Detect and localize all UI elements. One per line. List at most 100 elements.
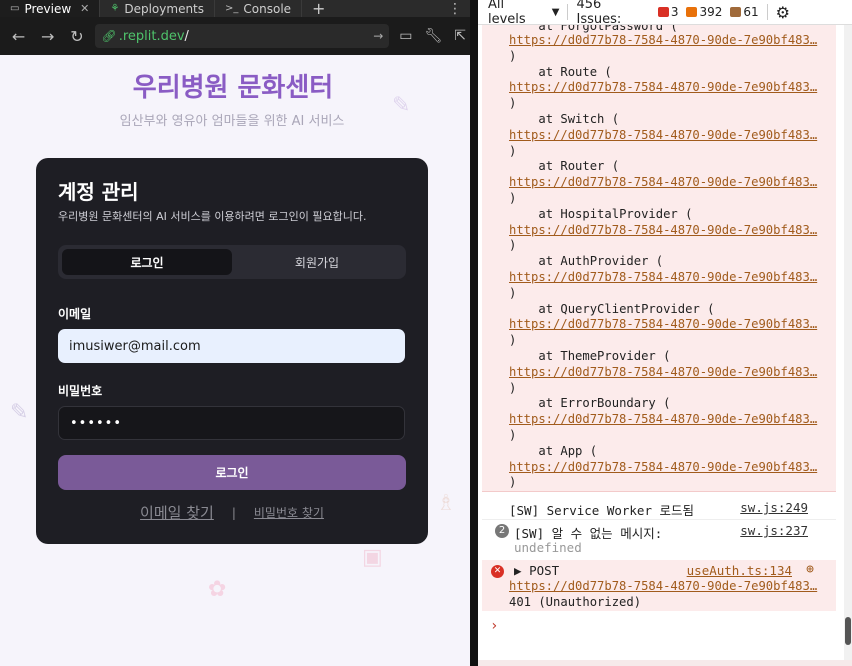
- issues-label: 456 Issues:: [576, 0, 622, 27]
- trace-url[interactable]: https://d0d77b78-7584-4870-90de-7e90bf48…: [509, 128, 817, 142]
- trace-frame-text: at AuthProvider (: [538, 254, 664, 269]
- tab-signup[interactable]: 회원가입: [232, 249, 402, 275]
- go-icon[interactable]: →: [373, 29, 383, 43]
- email-label: 이메일: [58, 307, 92, 321]
- tab-preview[interactable]: ▭ Preview ✕: [0, 0, 101, 17]
- trace-frame-text: at App (: [538, 443, 598, 458]
- preview-icon: ▭: [10, 3, 20, 14]
- trace-url[interactable]: https://d0d77b78-7584-4870-90de-7e90bf48…: [509, 223, 817, 237]
- status-text: 401 (Unauthorized): [509, 595, 642, 609]
- find-email-link[interactable]: 이메일 찾기: [140, 502, 214, 523]
- trace-close: ): [509, 475, 517, 490]
- tab-console[interactable]: >_ Console: [215, 0, 303, 17]
- trace-frame: at ThemeProvider (: [509, 349, 834, 365]
- trace-url-row: https://d0d77b78-7584-4870-90de-7e90bf48…: [509, 412, 834, 428]
- trace-frame: at AuthProvider (: [509, 254, 834, 270]
- source-link[interactable]: sw.js:249: [740, 500, 808, 515]
- brand-title: 우리병원 문화센터: [132, 73, 334, 103]
- login-button[interactable]: 로그인: [58, 455, 406, 490]
- trace-url[interactable]: https://d0d77b78-7584-4870-90de-7e90bf48…: [509, 33, 817, 47]
- trace-url[interactable]: https://d0d77b78-7584-4870-90de-7e90bf48…: [509, 317, 817, 331]
- error-icon: [657, 7, 669, 17]
- deployments-icon: ⚘: [110, 3, 120, 14]
- source-link[interactable]: sw.js:237: [740, 523, 808, 538]
- issues-button[interactable]: 456 Issues: 3 392 61: [576, 0, 758, 27]
- gear-icon[interactable]: ⚙: [776, 3, 790, 22]
- decoration-icon: ▣: [362, 545, 383, 570]
- trace-frame: at ErrorBoundary (: [509, 396, 834, 412]
- trace-url-row: https://d0d77b78-7584-4870-90de-7e90bf48…: [509, 317, 834, 333]
- repeat-count-badge: 2: [495, 524, 509, 538]
- trace-close: ): [509, 427, 517, 442]
- tab-label: Preview: [24, 1, 72, 16]
- levels-label: All levels: [488, 0, 526, 27]
- tab-deployments[interactable]: ⚘ Deployments: [100, 0, 216, 17]
- reload-icon[interactable]: ↻: [62, 27, 91, 46]
- trace-url[interactable]: https://d0d77b78-7584-4870-90de-7e90bf48…: [509, 412, 817, 426]
- trace-url[interactable]: https://d0d77b78-7584-4870-90de-7e90bf48…: [509, 365, 817, 379]
- trace-url[interactable]: https://d0d77b78-7584-4870-90de-7e90bf48…: [509, 460, 817, 474]
- console-prompt[interactable]: ›: [490, 618, 498, 634]
- message-value: undefined: [514, 540, 582, 555]
- trace-url-row: https://d0d77b78-7584-4870-90de-7e90bf48…: [509, 270, 834, 286]
- find-password-link[interactable]: 비밀번호 찾기: [254, 504, 324, 521]
- trace-url-row: https://d0d77b78-7584-4870-90de-7e90bf48…: [509, 365, 834, 381]
- devices-icon[interactable]: ▭: [399, 28, 412, 44]
- password-field[interactable]: ••••••: [58, 406, 405, 440]
- forward-icon[interactable]: →: [33, 27, 62, 46]
- brand-tagline: 임산부와 영유아 엄마들을 위한 AI 서비스: [119, 114, 345, 129]
- error-message: ✕ ▶ POST useAuth.ts:134 ⊕ https://d0d77b…: [482, 560, 836, 611]
- trace-url-row: https://d0d77b78-7584-4870-90de-7e90bf48…: [509, 460, 834, 476]
- preview-pane: ▭ Preview ✕ ⚘ Deployments >_ Console + ⋮…: [0, 0, 470, 666]
- trace-url[interactable]: https://d0d77b78-7584-4870-90de-7e90bf48…: [509, 270, 817, 284]
- trace-frame: at Router (: [509, 159, 834, 175]
- more-icon[interactable]: ⋮: [440, 1, 470, 17]
- network-icon[interactable]: ⊕: [806, 562, 814, 577]
- dropdown-arrow-icon: ▼: [551, 6, 560, 18]
- trace-frame-text: at ErrorBoundary (: [538, 396, 671, 411]
- trace-frame: at HospitalProvider (: [509, 207, 834, 223]
- back-icon[interactable]: ←: [4, 27, 33, 46]
- trace-close: ): [509, 380, 517, 395]
- source-link[interactable]: useAuth.ts:134: [687, 563, 792, 578]
- tab-login[interactable]: 로그인: [62, 249, 232, 275]
- message-text: [SW] Service Worker 로드됨: [509, 503, 695, 518]
- screen: ▭ Preview ✕ ⚘ Deployments >_ Console + ⋮…: [0, 0, 852, 666]
- trace-frame: at Switch (: [509, 112, 834, 128]
- info-icon: [730, 7, 742, 17]
- trace-frame: at ForgotPassword (: [509, 25, 834, 33]
- trace-url-row: https://d0d77b78-7584-4870-90de-7e90bf48…: [509, 33, 834, 49]
- trace-url[interactable]: https://d0d77b78-7584-4870-90de-7e90bf48…: [509, 175, 817, 189]
- expand-toggle[interactable]: ▶ POST: [514, 563, 559, 578]
- address-bar: ← → ↻ 🔗︎ .replit.dev / → ▭ 🔧︎ ⇱: [0, 17, 470, 55]
- trace-url[interactable]: https://d0d77b78-7584-4870-90de-7e90bf48…: [509, 80, 817, 94]
- trace-url-row: https://d0d77b78-7584-4870-90de-7e90bf48…: [509, 80, 834, 96]
- trace-frame-text: at Switch (: [538, 111, 620, 126]
- warning-count: 392: [699, 5, 723, 19]
- trace-frame-text: at Router (: [538, 159, 620, 174]
- request-url[interactable]: https://d0d77b78-7584-4870-90de-7e90bf48…: [509, 579, 817, 593]
- trace-url-row: https://d0d77b78-7584-4870-90de-7e90bf48…: [509, 223, 834, 239]
- open-external-icon[interactable]: ⇱: [454, 28, 466, 44]
- trace-frame-text: at QueryClientProvider (: [538, 301, 715, 316]
- wrench-icon[interactable]: 🔧︎: [425, 28, 443, 44]
- levels-dropdown[interactable]: All levels ▼: [488, 0, 559, 27]
- url-input[interactable]: 🔗︎ .replit.dev / →: [95, 24, 390, 48]
- pane-divider[interactable]: [470, 0, 478, 666]
- trace-close: ): [509, 190, 517, 205]
- scrollbar[interactable]: [844, 25, 852, 666]
- trace-frame: at Route (: [509, 65, 834, 81]
- console-message: [SW] Service Worker 로드됨 sw.js:249: [482, 500, 836, 520]
- trace-close: ): [509, 285, 517, 300]
- email-field[interactable]: imusiwer@mail.com: [58, 329, 405, 363]
- password-label: 비밀번호: [58, 384, 103, 398]
- new-tab-button[interactable]: +: [302, 0, 335, 17]
- auth-tabs: 로그인 회원가입: [58, 245, 406, 279]
- scrollbar-thumb[interactable]: [845, 617, 851, 645]
- close-icon[interactable]: ✕: [80, 2, 89, 15]
- console-message: 2 [SW] 알 수 없는 메시지: sw.js:237 undefined: [482, 523, 836, 559]
- trace-close: ): [509, 143, 517, 158]
- url-host: .replit.dev: [118, 28, 185, 44]
- decoration-icon: ✿: [208, 577, 227, 602]
- card-title: 계정 관리: [58, 180, 139, 204]
